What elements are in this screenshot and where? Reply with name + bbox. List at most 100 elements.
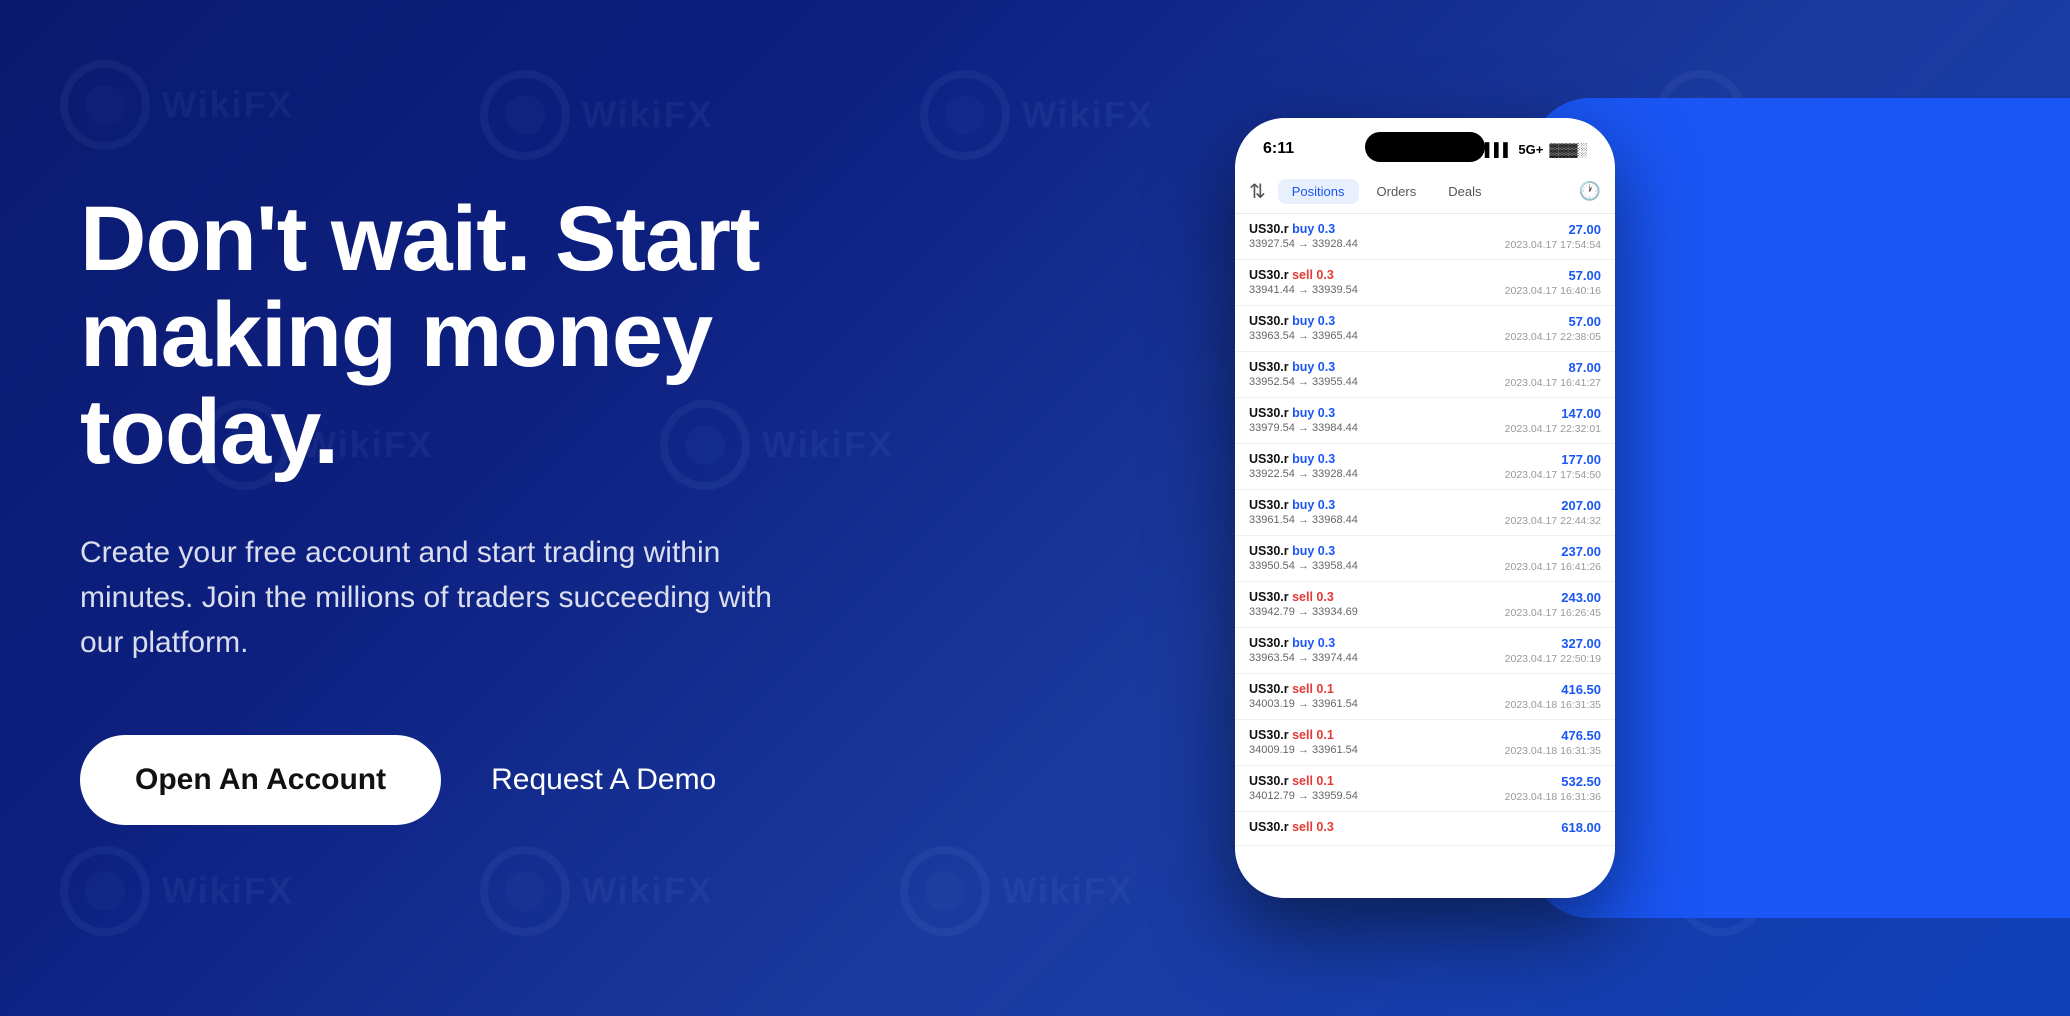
- trade-time: 2023.04.17 16:41:26: [1505, 561, 1601, 573]
- trade-profit: 57.00: [1505, 314, 1601, 329]
- trade-instrument: US30.r buy 0.3: [1249, 498, 1505, 512]
- trade-prices: 33963.54 → 33965.44: [1249, 330, 1505, 342]
- trade-profit: 327.00: [1505, 636, 1601, 651]
- trade-profit: 87.00: [1505, 360, 1601, 375]
- trade-left: US30.r buy 0.3 33952.54 → 33955.44: [1249, 360, 1505, 388]
- request-demo-button[interactable]: Request A Demo: [491, 763, 716, 797]
- trade-prices: 33927.54 → 33928.44: [1249, 238, 1505, 250]
- tab-positions[interactable]: Positions: [1278, 179, 1359, 204]
- trade-prices: 33961.54 → 33968.44: [1249, 514, 1505, 526]
- trade-right: 618.00: [1561, 820, 1601, 837]
- trade-right: 57.00 2023.04.17 16:40:16: [1505, 268, 1601, 297]
- trade-left: US30.r sell 0.1 34003.19 → 33961.54: [1249, 682, 1505, 710]
- filter-icon[interactable]: ⇅: [1249, 179, 1266, 204]
- trade-instrument: US30.r buy 0.3: [1249, 360, 1505, 374]
- trade-prices: 33952.54 → 33955.44: [1249, 376, 1505, 388]
- table-row: US30.r sell 0.1 34003.19 → 33961.54 416.…: [1235, 674, 1615, 720]
- trade-time: 2023.04.17 17:54:50: [1505, 469, 1601, 481]
- tab-buttons: Positions Orders Deals: [1278, 179, 1579, 204]
- trade-time: 2023.04.17 16:41:27: [1505, 377, 1601, 389]
- trade-instrument: US30.r sell 0.3: [1249, 820, 1561, 834]
- trade-right: 237.00 2023.04.17 16:41:26: [1505, 544, 1601, 573]
- trade-profit: 237.00: [1505, 544, 1601, 559]
- trade-left: US30.r sell 0.3: [1249, 820, 1561, 836]
- trade-prices: 34009.19 → 33961.54: [1249, 744, 1505, 756]
- status-icons: ▌▌▌ 5G+ ▓▓▓░: [1485, 142, 1587, 157]
- table-row: US30.r sell 0.3 33942.79 → 33934.69 243.…: [1235, 582, 1615, 628]
- trade-time: 2023.04.17 17:54:54: [1505, 239, 1601, 251]
- trade-prices: 33941.44 → 33939.54: [1249, 284, 1505, 296]
- trade-time: 2023.04.17 16:26:45: [1505, 607, 1601, 619]
- trade-time: 2023.04.18 16:31:35: [1505, 745, 1601, 757]
- tab-deals[interactable]: Deals: [1434, 179, 1495, 204]
- trade-right: 87.00 2023.04.17 16:41:27: [1505, 360, 1601, 389]
- trade-time: 2023.04.17 22:32:01: [1505, 423, 1601, 435]
- trade-left: US30.r sell 0.1 34009.19 → 33961.54: [1249, 728, 1505, 756]
- trade-instrument: US30.r buy 0.3: [1249, 406, 1505, 420]
- trade-left: US30.r buy 0.3 33950.54 → 33958.44: [1249, 544, 1505, 572]
- trade-profit: 243.00: [1505, 590, 1601, 605]
- trade-instrument: US30.r buy 0.3: [1249, 314, 1505, 328]
- trade-left: US30.r buy 0.3 33963.54 → 33965.44: [1249, 314, 1505, 342]
- table-row: US30.r buy 0.3 33922.54 → 33928.44 177.0…: [1235, 444, 1615, 490]
- trade-left: US30.r buy 0.3 33961.54 → 33968.44: [1249, 498, 1505, 526]
- trade-prices: 33979.54 → 33984.44: [1249, 422, 1505, 434]
- trade-time: 2023.04.18 16:31:35: [1505, 699, 1601, 711]
- clock-icon[interactable]: 🕐: [1579, 181, 1601, 202]
- trade-instrument: US30.r sell 0.3: [1249, 268, 1505, 282]
- trade-instrument: US30.r buy 0.3: [1249, 636, 1505, 650]
- trade-left: US30.r buy 0.3 33979.54 → 33984.44: [1249, 406, 1505, 434]
- trade-prices: 34012.79 → 33959.54: [1249, 790, 1505, 802]
- trade-profit: 476.50: [1505, 728, 1601, 743]
- trade-instrument: US30.r sell 0.1: [1249, 682, 1505, 696]
- trade-time: 2023.04.17 22:44:32: [1505, 515, 1601, 527]
- cta-buttons: Open An Account Request A Demo: [80, 735, 820, 825]
- trade-left: US30.r sell 0.3 33942.79 → 33934.69: [1249, 590, 1505, 618]
- trade-instrument: US30.r sell 0.1: [1249, 728, 1505, 742]
- phone-mockup: 6:11 ▌▌▌ 5G+ ▓▓▓░ ⇅ Positions Orders Dea…: [1235, 118, 1615, 898]
- trade-time: 2023.04.17 22:38:05: [1505, 331, 1601, 343]
- table-row: US30.r sell 0.3 618.00: [1235, 812, 1615, 846]
- trade-right: 532.50 2023.04.18 16:31:36: [1505, 774, 1601, 803]
- trade-right: 476.50 2023.04.18 16:31:35: [1505, 728, 1601, 757]
- trade-instrument: US30.r sell 0.3: [1249, 590, 1505, 604]
- signal-bars-icon: ▌▌▌: [1485, 142, 1513, 157]
- trade-prices: 33942.79 → 33934.69: [1249, 606, 1505, 618]
- battery-icon: ▓▓▓░: [1549, 142, 1587, 157]
- trade-instrument: US30.r buy 0.3: [1249, 544, 1505, 558]
- trade-profit: 27.00: [1505, 222, 1601, 237]
- trade-prices: 33963.54 → 33974.44: [1249, 652, 1505, 664]
- subtitle: Create your free account and start tradi…: [80, 530, 780, 665]
- left-content: Don't wait. Start making money today. Cr…: [0, 111, 900, 906]
- trade-instrument: US30.r sell 0.1: [1249, 774, 1505, 788]
- table-row: US30.r buy 0.3 33979.54 → 33984.44 147.0…: [1235, 398, 1615, 444]
- trade-left: US30.r sell 0.3 33941.44 → 33939.54: [1249, 268, 1505, 296]
- trade-left: US30.r sell 0.1 34012.79 → 33959.54: [1249, 774, 1505, 802]
- table-row: US30.r sell 0.1 34012.79 → 33959.54 532.…: [1235, 766, 1615, 812]
- trade-prices: 33922.54 → 33928.44: [1249, 468, 1505, 480]
- open-account-button[interactable]: Open An Account: [80, 735, 441, 825]
- trade-right: 57.00 2023.04.17 22:38:05: [1505, 314, 1601, 343]
- trade-left: US30.r buy 0.3 33963.54 → 33974.44: [1249, 636, 1505, 664]
- right-content: 6:11 ▌▌▌ 5G+ ▓▓▓░ ⇅ Positions Orders Dea…: [900, 0, 2070, 1016]
- hero-section: WikiFX WikiFX WikiFX WikiFX WikiFX WikiF…: [0, 0, 2070, 1016]
- trade-time: 2023.04.17 22:50:19: [1505, 653, 1601, 665]
- trade-list: US30.r buy 0.3 33927.54 → 33928.44 27.00…: [1235, 214, 1615, 898]
- table-row: US30.r sell 0.1 34009.19 → 33961.54 476.…: [1235, 720, 1615, 766]
- table-row: US30.r buy 0.3 33927.54 → 33928.44 27.00…: [1235, 214, 1615, 260]
- trade-instrument: US30.r buy 0.3: [1249, 452, 1505, 466]
- table-row: US30.r buy 0.3 33950.54 → 33958.44 237.0…: [1235, 536, 1615, 582]
- trade-right: 27.00 2023.04.17 17:54:54: [1505, 222, 1601, 251]
- trade-right: 147.00 2023.04.17 22:32:01: [1505, 406, 1601, 435]
- status-time: 6:11: [1263, 140, 1294, 158]
- trade-left: US30.r buy 0.3 33922.54 → 33928.44: [1249, 452, 1505, 480]
- trade-right: 416.50 2023.04.18 16:31:35: [1505, 682, 1601, 711]
- trade-profit: 147.00: [1505, 406, 1601, 421]
- table-row: US30.r buy 0.3 33961.54 → 33968.44 207.0…: [1235, 490, 1615, 536]
- trade-time: 2023.04.18 16:31:36: [1505, 791, 1601, 803]
- table-row: US30.r buy 0.3 33952.54 → 33955.44 87.00…: [1235, 352, 1615, 398]
- trade-profit: 618.00: [1561, 820, 1601, 835]
- trade-left: US30.r buy 0.3 33927.54 → 33928.44: [1249, 222, 1505, 250]
- trade-right: 243.00 2023.04.17 16:26:45: [1505, 590, 1601, 619]
- tab-orders[interactable]: Orders: [1363, 179, 1431, 204]
